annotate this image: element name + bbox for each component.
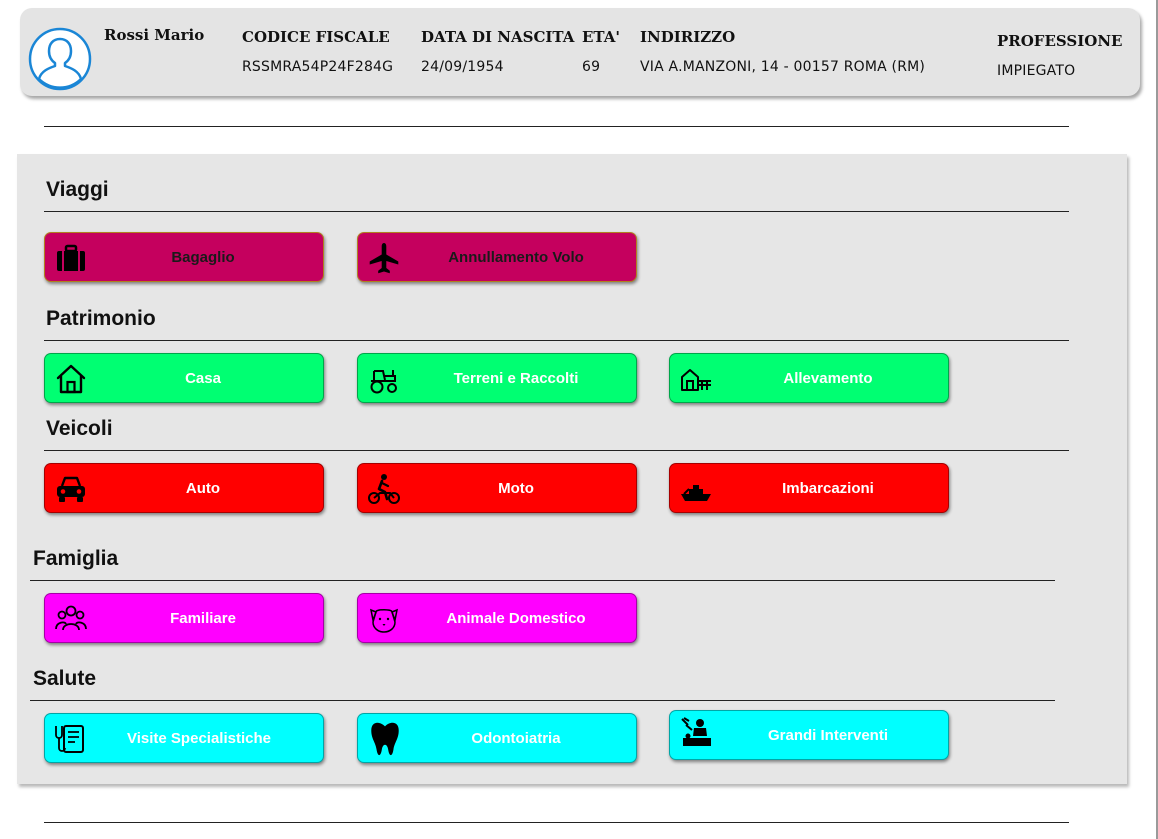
section-title-veicoli: Veicoli (46, 417, 113, 440)
tooth-icon (371, 722, 399, 756)
tile-label: Moto (498, 479, 534, 497)
tile-odontoiatria[interactable]: Odontoiatria (357, 713, 637, 763)
tile-label: Allevamento (783, 369, 873, 387)
motorcycle-icon (368, 474, 400, 504)
tile-auto[interactable]: Auto (44, 463, 324, 513)
eta-header: ETA' (582, 28, 621, 46)
tile-imbarcazioni[interactable]: Imbarcazioni (669, 463, 949, 513)
professione-header: PROFESSIONE (997, 32, 1123, 50)
tile-label: Visite Specialistiche (127, 729, 271, 747)
patient-name: Rossi Mario (104, 26, 205, 44)
house-icon (56, 364, 86, 394)
tile-moto[interactable]: Moto (357, 463, 637, 513)
professione-value: IMPIEGATO (997, 63, 1076, 79)
tile-label: Auto (185, 479, 221, 497)
car-icon (57, 476, 85, 502)
tile-label: Casa (185, 369, 221, 387)
tile-casa[interactable]: Casa (44, 353, 324, 403)
tile-label: Odontoiatria (471, 729, 561, 747)
tile-familiare[interactable]: Familiare (44, 593, 324, 643)
section-title-patrimonio: Patrimonio (46, 307, 156, 330)
tile-label: Bagaglio (171, 248, 235, 266)
eta-value: 69 (582, 59, 601, 75)
data-nascita-header: DATA DI NASCITA (421, 28, 575, 46)
tile-label: Annullamento Volo (448, 248, 584, 266)
indirizzo-header: INDIRIZZO (640, 28, 736, 46)
tile-bagaglio[interactable]: Bagaglio (44, 232, 324, 282)
indirizzo-value: VIA A.MANZONI, 14 - 00157 ROMA (RM) (640, 59, 926, 75)
codice-fiscale-header: CODICE FISCALE (242, 28, 390, 46)
data-nascita-value: 24/09/1954 (421, 59, 504, 75)
section-divider-veicoli (44, 450, 1069, 451)
tile-label: Imbarcazioni (782, 479, 874, 497)
patient-header-card: Rossi Mario CODICE FISCALE RSSMRA54P24F2… (20, 8, 1140, 96)
tile-label: Grandi Interventi (767, 726, 889, 744)
section-divider-patrimonio (44, 340, 1069, 341)
surgery-icon (681, 717, 711, 746)
dog-icon (369, 608, 399, 633)
section-title-viaggi: Viaggi (46, 178, 109, 201)
tile-terreni-raccolti[interactable]: Terreni e Raccolti (357, 353, 637, 403)
tile-allevamento[interactable]: Allevamento (669, 353, 949, 403)
tractor-icon (370, 370, 397, 394)
tile-animale-domestico[interactable]: Animale Domestico (357, 593, 637, 643)
tile-grandi-interventi[interactable]: Grandi Interventi (669, 710, 949, 760)
airplane-icon (369, 243, 399, 274)
user-avatar-icon (28, 27, 92, 91)
section-divider-salute (30, 700, 1055, 701)
header-divider (44, 126, 1069, 127)
tile-label: Animale Domestico (446, 609, 586, 627)
section-divider-viaggi (44, 211, 1069, 212)
footer-divider (44, 822, 1069, 823)
tile-label: Terreni e Raccolti (453, 369, 579, 387)
tile-visite-specialistiche[interactable]: Visite Specialistiche (44, 713, 324, 763)
codice-fiscale-value: RSSMRA54P24F284G (242, 59, 394, 75)
luggage-icon (57, 244, 85, 271)
section-title-salute: Salute (33, 667, 97, 690)
section-title-famiglia: Famiglia (33, 547, 119, 570)
boat-icon (681, 485, 711, 501)
tile-label: Familiare (170, 609, 236, 627)
barn-icon (681, 369, 711, 391)
tile-annullamento-volo[interactable]: Annullamento Volo (357, 232, 637, 282)
section-divider-famiglia (30, 580, 1055, 581)
family-icon (55, 605, 87, 631)
